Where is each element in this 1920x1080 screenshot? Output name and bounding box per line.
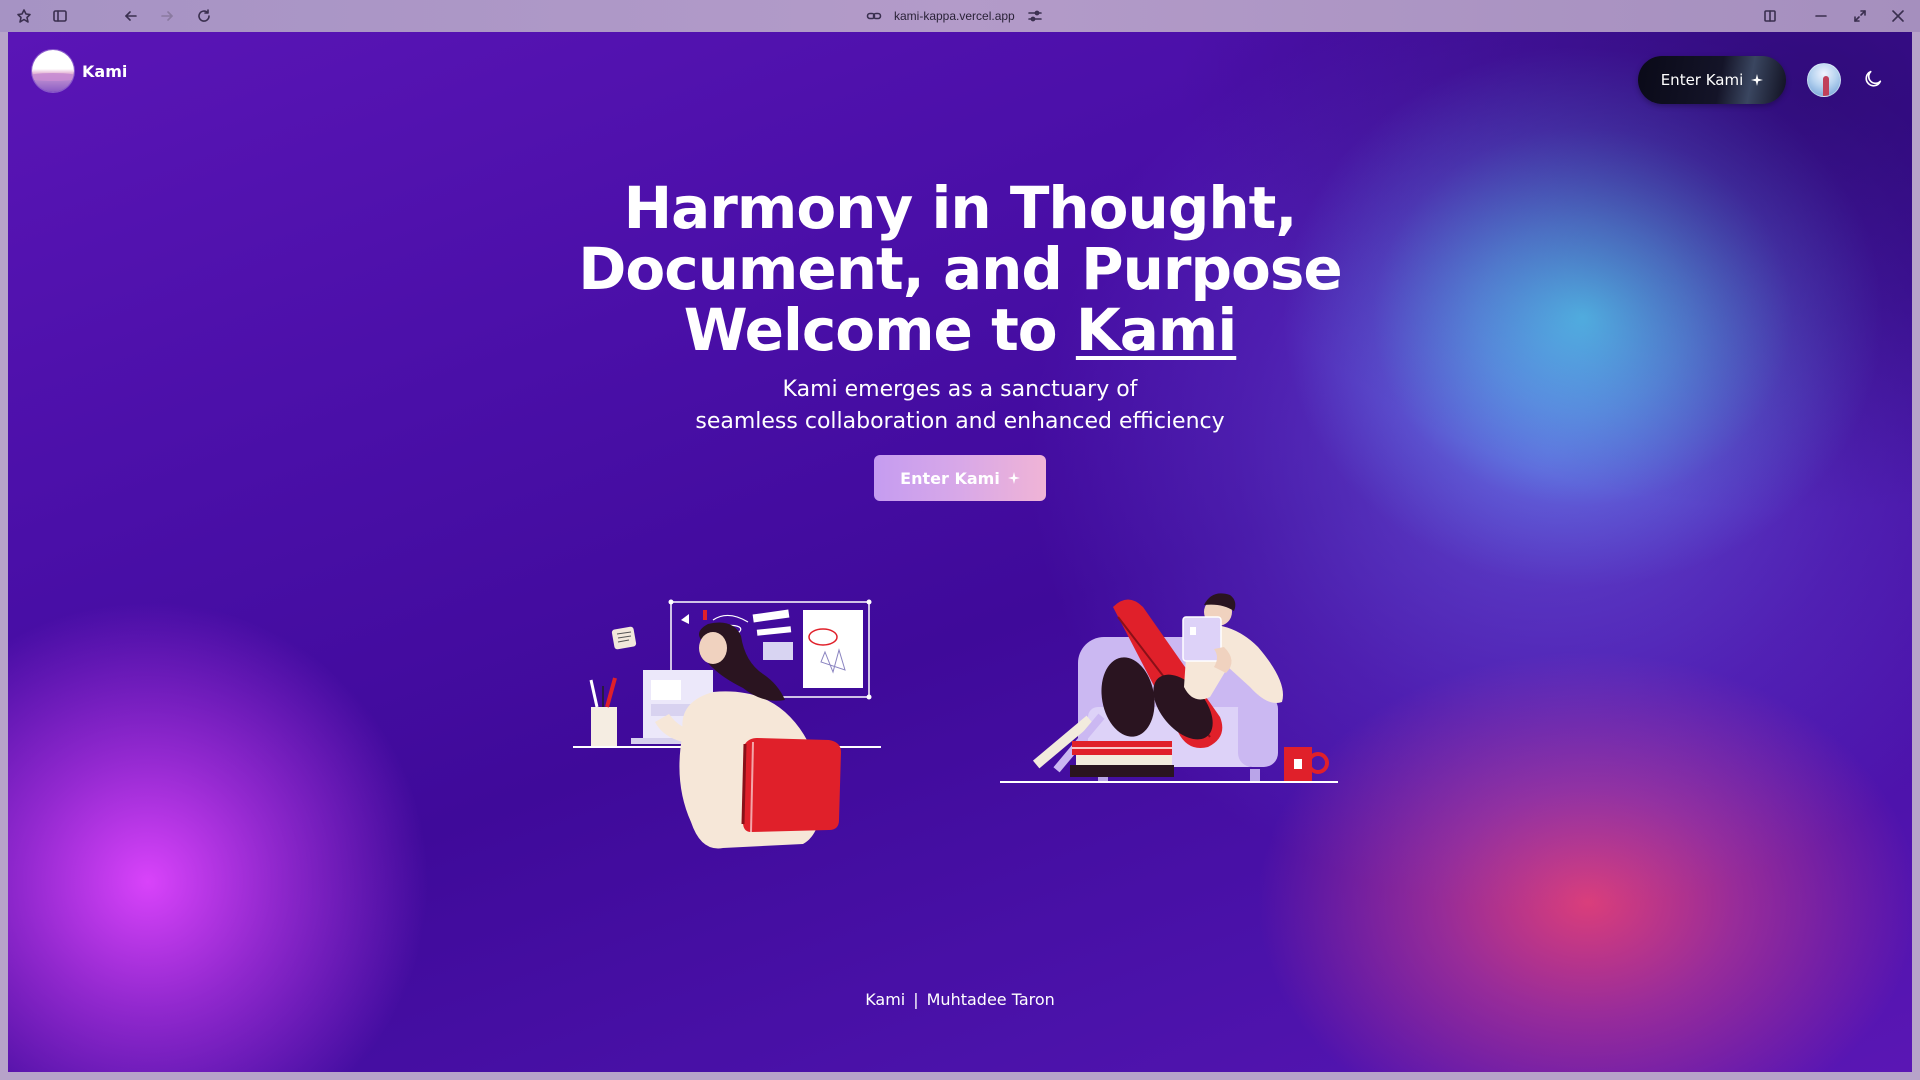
forward-icon[interactable] (157, 6, 177, 26)
url-text[interactable]: kami-kappa.vercel.app (894, 9, 1015, 23)
sidebar-icon[interactable] (50, 6, 70, 26)
split-view-icon[interactable] (1760, 6, 1780, 26)
logo-text: Kami (82, 61, 128, 81)
theme-toggle[interactable] (1862, 68, 1886, 92)
header-enter-button[interactable]: Enter Kami (1638, 56, 1786, 104)
hero-title-line1: Harmony in Thought, (623, 174, 1298, 242)
hero-title-brand: Kami (1075, 296, 1237, 364)
reload-icon[interactable] (194, 6, 214, 26)
hero-title-line3-prefix: Welcome to (683, 296, 1076, 364)
minimize-icon[interactable] (1811, 6, 1831, 26)
footer-author[interactable]: Muhtadee Taron (927, 990, 1055, 1009)
browser-toolbar: kami-kappa.vercel.app (0, 0, 1920, 32)
reading-man-illustration (1000, 593, 1338, 783)
hero-subtitle-line1: Kami emerges as a sanctuary of (782, 377, 1138, 402)
close-icon[interactable] (1888, 6, 1908, 26)
extensions-icon[interactable] (14, 6, 34, 26)
kami-logo-icon (32, 50, 74, 92)
page-viewport: Kami Enter Kami Harmony in Thought, Docu… (8, 32, 1912, 1072)
header-enter-label: Enter Kami (1660, 71, 1744, 89)
hero-enter-button[interactable]: Enter Kami (874, 455, 1046, 501)
logo-link[interactable]: Kami (32, 50, 127, 92)
hero-title: Harmony in Thought, Document, and Purpos… (8, 178, 1912, 361)
working-woman-illustration (573, 599, 881, 849)
sparkle-icon (1007, 472, 1020, 484)
back-icon[interactable] (121, 6, 141, 26)
user-avatar[interactable] (1807, 63, 1841, 97)
footer-brand: Kami (865, 990, 906, 1009)
sparkle-icon (1751, 74, 1764, 86)
address-bar[interactable]: kami-kappa.vercel.app (866, 6, 1043, 26)
tune-icon[interactable] (1027, 8, 1043, 24)
moon-icon (1865, 70, 1882, 87)
hero-subtitle-line2: seamless collaboration and enhanced effi… (695, 409, 1225, 434)
footer: Kami | Muhtadee Taron (8, 990, 1912, 1009)
footer-separator: | (913, 990, 919, 1009)
link-icon (866, 8, 882, 24)
restore-icon[interactable] (1850, 6, 1870, 26)
hero-enter-label: Enter Kami (900, 468, 1000, 488)
hero-subtitle: Kami emerges as a sanctuary of seamless … (8, 374, 1912, 438)
avatar-figure (1823, 76, 1829, 96)
hero-title-line2: Document, and Purpose (578, 235, 1342, 303)
